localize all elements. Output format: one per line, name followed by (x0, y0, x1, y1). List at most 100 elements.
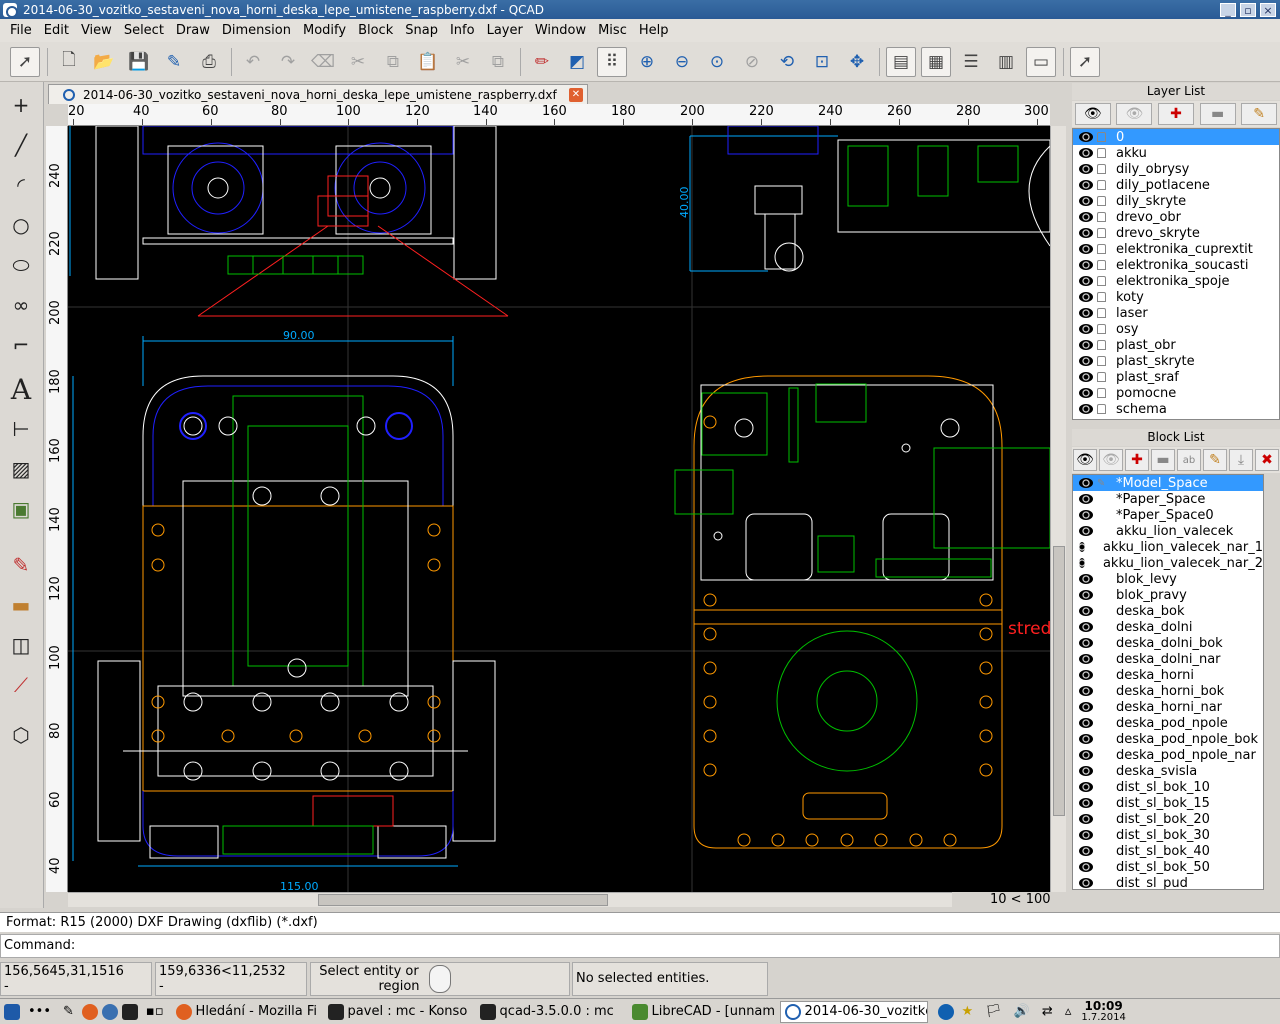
layer-item[interactable]: elektronika_cuprextit (1073, 241, 1279, 257)
layer-item[interactable]: plast_skryte (1073, 353, 1279, 369)
eye-icon[interactable] (1079, 830, 1093, 840)
eye-icon[interactable] (1079, 356, 1093, 366)
new-file-icon[interactable]: 🗋 (54, 47, 84, 77)
property-editor-icon[interactable]: ☰ (956, 47, 986, 77)
eye-icon[interactable] (1079, 308, 1093, 318)
taskbar-item[interactable]: qcad-3.5.0.0 : mc (476, 1001, 624, 1023)
block-item[interactable]: deska_dolni_bok (1073, 635, 1263, 651)
block-item[interactable]: deska_bok (1073, 603, 1263, 619)
block-item[interactable]: deska_pod_npole_nar (1073, 747, 1263, 763)
eye-icon[interactable] (1079, 670, 1093, 680)
layer-item[interactable]: osy (1073, 321, 1279, 337)
start-menu-icon[interactable] (4, 1003, 20, 1020)
measure-tools-icon[interactable]: ▬ (4, 588, 38, 622)
block-item[interactable]: deska_horni_bok (1073, 683, 1263, 699)
eye-icon[interactable] (1079, 228, 1093, 238)
lock-icon[interactable] (1097, 276, 1106, 286)
erase-icon[interactable]: ⌫ (308, 47, 338, 77)
eye-icon[interactable] (1079, 718, 1093, 728)
eye-icon[interactable] (1079, 878, 1093, 888)
cut-icon[interactable]: ✂ (343, 47, 373, 77)
block-item[interactable]: deska_dolni (1073, 619, 1263, 635)
firefox-launcher-icon[interactable] (81, 1003, 98, 1020)
lock-icon[interactable] (1097, 196, 1106, 206)
block-item[interactable]: dist_sl_bok_30 (1073, 827, 1263, 843)
arc-tools-icon[interactable]: ◜ (4, 168, 38, 202)
taskbar-item[interactable]: pavel : mc - Konso (324, 1001, 472, 1023)
eye-icon[interactable] (1079, 734, 1093, 744)
maximize-icon[interactable]: ▫ (1240, 2, 1256, 17)
pen-icon[interactable]: ✏ (527, 47, 557, 77)
lock-icon[interactable] (1097, 292, 1106, 302)
snap-tools-icon[interactable]: + (4, 88, 38, 122)
hide-all-layers-icon[interactable]: 👁 (1116, 103, 1153, 125)
eye-icon[interactable] (1079, 132, 1093, 142)
grid-icon[interactable]: ⠿ (597, 46, 627, 77)
eye-icon[interactable] (1079, 766, 1093, 776)
terminal-launcher-icon[interactable] (121, 1003, 138, 1020)
lock-icon[interactable] (1097, 228, 1106, 238)
block-item[interactable]: deska_pod_npole_bok (1073, 731, 1263, 747)
block-item[interactable]: dist_sl_bok_20 (1073, 811, 1263, 827)
taskbar-item[interactable]: Hledání - Mozilla Fi (172, 1001, 320, 1023)
save-as-icon[interactable]: ✎ (159, 47, 189, 77)
menu-dimension[interactable]: Dimension (216, 23, 297, 38)
dots-icon[interactable]: ••• (24, 1001, 55, 1023)
eye-icon[interactable] (1079, 388, 1093, 398)
block-tools-icon[interactable]: ⬡ (4, 718, 38, 752)
create-block-icon[interactable]: ✖ (1255, 449, 1279, 471)
select-tools-icon[interactable]: ◫ (4, 628, 38, 662)
lock-icon[interactable] (1097, 132, 1106, 142)
network-icon[interactable]: ⇄ (1038, 1001, 1057, 1023)
eye-icon[interactable] (1079, 638, 1093, 648)
block-list[interactable]: ✎ *Model_Space *Paper_Space *Paper_Space0… (1072, 474, 1264, 890)
eye-icon[interactable] (1079, 542, 1086, 552)
menu-file[interactable]: File (4, 23, 38, 38)
layer-item[interactable]: dily_potlacene (1073, 177, 1279, 193)
lock-icon[interactable] (1097, 180, 1106, 190)
eye-icon[interactable] (1079, 276, 1093, 286)
minimize-icon[interactable]: _ (1220, 2, 1236, 17)
lock-icon[interactable] (1097, 372, 1106, 382)
eye-icon[interactable] (1079, 622, 1093, 632)
menu-window[interactable]: Window (529, 23, 592, 38)
zoom-out-icon[interactable]: ⊖ (667, 47, 697, 77)
keyboard-layout-icon[interactable]: 🏳 (981, 1001, 1006, 1023)
layer-list-toggle-icon[interactable]: ▤ (886, 46, 916, 77)
eye-icon[interactable] (1079, 862, 1093, 872)
eye-icon[interactable] (1079, 526, 1093, 536)
menu-modify[interactable]: Modify (297, 23, 352, 38)
layer-item[interactable]: laser (1073, 305, 1279, 321)
editor-launcher-icon[interactable]: ✎ (59, 1001, 78, 1023)
open-file-icon[interactable]: 📂 (89, 47, 119, 77)
block-item[interactable]: dist_sl_bok_15 (1073, 795, 1263, 811)
rename-block-icon[interactable]: ab (1177, 449, 1201, 471)
remove-block-icon[interactable]: ▬ (1151, 449, 1175, 471)
eye-icon[interactable] (1079, 814, 1093, 824)
block-item[interactable]: blok_pravy (1073, 587, 1263, 603)
paste-icon[interactable]: 📋 (413, 47, 443, 77)
edit-layer-icon[interactable]: ✎ (1241, 103, 1278, 125)
eye-icon[interactable] (1079, 478, 1093, 488)
zoom-previous-icon[interactable]: ⊘ (737, 47, 767, 77)
dimension-tools-icon[interactable]: ⊢ (4, 412, 38, 446)
layer-item[interactable]: 0 (1073, 129, 1279, 145)
document-tab[interactable]: 2014-06-30_vozitko_sestaveni_nova_horni_… (48, 84, 588, 104)
layer-item[interactable]: drevo_obr (1073, 209, 1279, 225)
eye-icon[interactable] (1079, 558, 1086, 568)
block-item[interactable]: deska_horni (1073, 667, 1263, 683)
lock-icon[interactable] (1097, 260, 1106, 270)
hide-all-blocks-icon[interactable]: 👁 (1099, 449, 1123, 471)
layer-item[interactable]: elektronika_spoje (1073, 273, 1279, 289)
eye-icon[interactable] (1079, 702, 1093, 712)
layer-item[interactable]: drevo_skryte (1073, 225, 1279, 241)
layer-item[interactable]: koty (1073, 289, 1279, 305)
eye-icon[interactable] (1079, 260, 1093, 270)
eye-icon[interactable] (1079, 846, 1093, 856)
command-line-icon[interactable]: ▭ (1026, 46, 1056, 77)
menu-layer[interactable]: Layer (481, 23, 529, 38)
block-item[interactable]: akku_lion_valecek (1073, 523, 1263, 539)
close-icon[interactable]: × (1260, 2, 1276, 17)
print-icon[interactable]: ⎙ (194, 47, 224, 77)
eye-icon[interactable] (1079, 292, 1093, 302)
